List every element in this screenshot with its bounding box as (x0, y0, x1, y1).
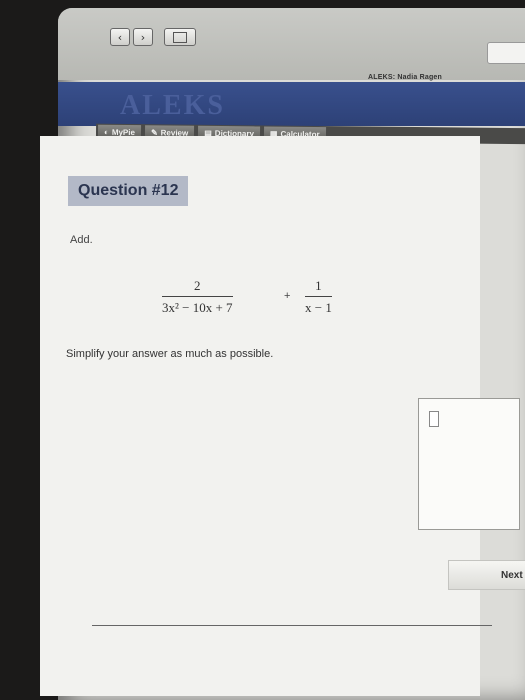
plus-operator: + (284, 290, 291, 302)
browser-toolbar: ‹ › (58, 8, 525, 80)
aleks-logo: ALEKS (120, 90, 225, 121)
answer-input-box[interactable] (418, 398, 520, 530)
forward-button[interactable]: › (133, 28, 153, 46)
window-title: ALEKS: Nadia Ragen (368, 74, 442, 81)
simplify-prompt: Simplify your answer as much as possible… (66, 348, 274, 360)
instruction-text: Add. (70, 234, 93, 246)
nav-buttons: ‹ › (110, 28, 196, 46)
fraction-two: 1 x − 1 (305, 278, 332, 316)
pie-icon: ◐ (103, 127, 109, 137)
fraction-one: 2 3x² − 10x + 7 (162, 278, 233, 316)
bookmarks-icon (173, 31, 187, 43)
next-button[interactable]: Next (448, 560, 525, 590)
fraction-two-denominator: x − 1 (305, 300, 332, 315)
aleks-header: ALEKS (58, 82, 525, 126)
fraction-one-denominator: 3x² − 10x + 7 (162, 300, 233, 315)
bottom-divider (92, 625, 492, 626)
fraction-two-numerator: 1 (315, 278, 322, 293)
bookmarks-button[interactable] (164, 28, 196, 46)
fraction-one-numerator: 2 (194, 278, 201, 293)
address-bar[interactable] (487, 42, 525, 64)
back-button[interactable]: ‹ (110, 28, 130, 46)
question-panel: Question #12 Add. 2 3x² − 10x + 7 + 1 x … (40, 136, 525, 696)
question-title: Question #12 (68, 176, 189, 206)
answer-entry-field[interactable] (429, 411, 439, 427)
